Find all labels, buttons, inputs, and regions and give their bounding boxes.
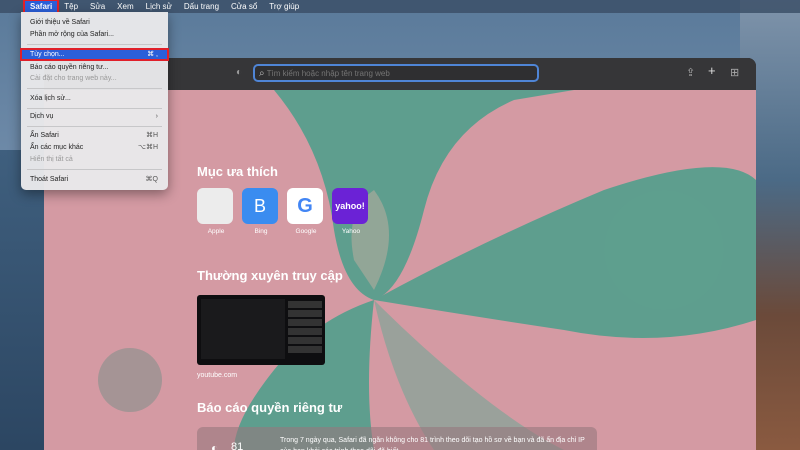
menu-item-label: Phần mở rộng của Safari... bbox=[30, 31, 114, 38]
menu-item-hide-others[interactable]: Ẩn các mục khác ⌥⌘H bbox=[21, 142, 168, 153]
safari-dropdown-menu: Giới thiệu về Safari Phần mở rộng của Sa… bbox=[20, 12, 169, 190]
menu-separator bbox=[27, 108, 162, 109]
favorite-bing[interactable]: B Bing bbox=[242, 188, 280, 235]
favorite-google[interactable]: G Google bbox=[287, 188, 325, 235]
share-icon[interactable]: ⇪ bbox=[686, 66, 695, 79]
privacy-summary: Trong 7 ngày qua, Safari đã ngăn không c… bbox=[280, 437, 585, 450]
privacy-report-card[interactable]: ◐ 81 Trong 7 ngày qua, Safari đã ngăn kh… bbox=[197, 427, 597, 450]
desktop-wallpaper-left bbox=[0, 150, 44, 450]
menu-item-label: Hiển thị tất cả bbox=[30, 156, 73, 163]
menu-item-shortcut: ⌥⌘H bbox=[137, 144, 158, 151]
menu-item-quit-safari[interactable]: Thoát Safari ⌘Q bbox=[21, 174, 168, 185]
menu-item-about[interactable]: Giới thiệu về Safari bbox=[21, 17, 168, 28]
menu-item-extensions[interactable]: Phần mở rộng của Safari... bbox=[21, 29, 168, 40]
menu-item-label: Xóa lịch sử... bbox=[30, 95, 71, 102]
menu-separator bbox=[27, 126, 162, 127]
frequent-site-label: youtube.com bbox=[197, 372, 238, 379]
menu-item-label: Tùy chọn... bbox=[30, 51, 65, 58]
menu-bookmarks[interactable]: Dấu trang bbox=[178, 0, 225, 13]
menu-help[interactable]: Trợ giúp bbox=[263, 0, 305, 13]
frequent-title: Thường xuyên truy cập bbox=[197, 268, 343, 283]
menu-item-label: Cài đặt cho trang web này... bbox=[30, 75, 117, 82]
menu-item-hide-safari[interactable]: Ẩn Safari ⌘H bbox=[21, 130, 168, 141]
favorite-label: Yahoo bbox=[341, 228, 361, 235]
menu-item-services[interactable]: Dịch vụ › bbox=[21, 111, 168, 122]
menu-item-label: Dịch vụ bbox=[30, 113, 54, 120]
menu-separator bbox=[27, 169, 162, 170]
favorite-label: Bing bbox=[254, 228, 268, 235]
menu-item-label: Ẩn Safari bbox=[30, 132, 59, 139]
menu-item-clear-history[interactable]: Xóa lịch sử... bbox=[21, 93, 168, 104]
tracker-count: 81 bbox=[231, 441, 244, 450]
privacy-title: Báo cáo quyền riêng tư bbox=[197, 400, 343, 415]
address-bar[interactable]: ⌕ bbox=[253, 64, 539, 82]
menu-window[interactable]: Cửa sổ bbox=[225, 0, 263, 13]
menu-item-privacy-report[interactable]: Báo cáo quyền riêng tư... bbox=[21, 62, 168, 73]
privacy-shield-icon[interactable]: ◐ bbox=[236, 67, 248, 79]
apple-logo-icon bbox=[197, 188, 233, 224]
video-preview bbox=[201, 299, 285, 359]
menu-item-site-settings: Cài đặt cho trang web này... bbox=[21, 73, 168, 84]
tab-overview-icon[interactable]: ⊞ bbox=[730, 66, 739, 79]
menu-item-shortcut: ⌘ , bbox=[147, 51, 158, 58]
frequent-site-thumbnail[interactable] bbox=[197, 295, 325, 365]
favorite-label: Google bbox=[295, 228, 317, 235]
video-sidebar bbox=[288, 301, 322, 355]
menu-item-label: Giới thiệu về Safari bbox=[30, 19, 90, 26]
search-input[interactable] bbox=[264, 67, 529, 79]
menu-item-preferences[interactable]: Tùy chọn... ⌘ , bbox=[20, 48, 169, 61]
menu-item-shortcut: ⌘H bbox=[145, 132, 158, 139]
menu-item-shortcut: ⌘Q bbox=[145, 176, 158, 183]
yahoo-logo-icon: yahoo! bbox=[332, 188, 368, 224]
favorite-label: Apple bbox=[207, 228, 225, 235]
google-logo-icon: G bbox=[287, 188, 323, 224]
menu-item-label: Báo cáo quyền riêng tư... bbox=[30, 64, 109, 71]
bing-logo-icon: B bbox=[242, 188, 278, 224]
menu-item-label: Thoát Safari bbox=[30, 176, 69, 183]
menu-separator bbox=[27, 44, 162, 45]
menu-separator bbox=[27, 88, 162, 89]
favorites-title: Mục ưa thích bbox=[197, 164, 278, 179]
shield-icon: ◐ bbox=[211, 441, 219, 450]
chevron-right-icon: › bbox=[155, 113, 158, 120]
favorite-yahoo[interactable]: yahoo! Yahoo bbox=[332, 188, 370, 235]
favorite-apple[interactable]: Apple bbox=[197, 188, 235, 235]
menu-item-label: Ẩn các mục khác bbox=[30, 144, 84, 151]
menu-item-show-all: Hiển thị tất cả bbox=[21, 154, 168, 165]
new-tab-icon[interactable]: + bbox=[708, 63, 716, 78]
